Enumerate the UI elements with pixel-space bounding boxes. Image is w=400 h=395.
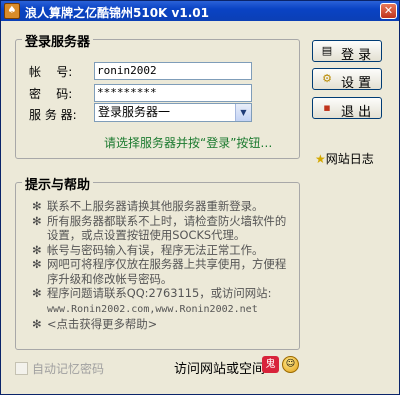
checkbox-box[interactable] xyxy=(15,362,28,375)
login-group-legend: 登录服务器 xyxy=(22,31,94,50)
password-label: 密 码: xyxy=(29,87,73,101)
login-button-label: 登 录 xyxy=(341,48,372,63)
window-title: 浪人算牌之亿酷锦州510K v1.01 xyxy=(25,6,209,20)
main-window: ♠ 浪人算牌之亿酷锦州510K v1.01 ✕ 登录服务器 帐 号: ronin… xyxy=(0,0,400,395)
exit-icon: ▪ xyxy=(323,101,331,114)
asterisk-icon: ✻ xyxy=(32,213,42,228)
settings-button-label: 设 置 xyxy=(341,76,372,91)
login-hint: 请选择服务器并按“登录”按钮… xyxy=(104,136,273,150)
star-icon: ★ xyxy=(315,152,326,166)
poker-app-icon: ♠ xyxy=(4,3,20,19)
help-group: 提示与帮助 ✻ 联系不上服务器请换其他服务器重新登录。 ✻ 所有服务器都联系不上… xyxy=(15,174,300,350)
smiley-face-icon[interactable]: ☺ xyxy=(282,356,299,373)
help-item: ✻ 联系不上服务器请换其他服务器重新登录。 xyxy=(32,199,264,213)
password-input[interactable]: ********* xyxy=(94,84,252,102)
remember-password-label: 自动记忆密码 xyxy=(32,362,105,376)
asterisk-icon: ✻ xyxy=(32,199,42,213)
account-input[interactable]: ronin2002 xyxy=(94,62,252,80)
login-server-group: 登录服务器 帐 号: ronin2002 密 码: ********* 服 务 … xyxy=(15,31,300,159)
asterisk-icon: ✻ xyxy=(32,257,42,271)
server-select-value: 登录服务器一 xyxy=(98,105,171,119)
site-log-link[interactable]: ★网站日志 xyxy=(315,150,374,167)
site-log-label: 网站日志 xyxy=(325,152,374,166)
gear-icon: ⚙ xyxy=(322,72,332,85)
help-list: ✻ 联系不上服务器请换其他服务器重新登录。 ✻ 所有服务器都联系不上时，请检查防… xyxy=(32,199,297,332)
visit-site-link[interactable]: 访问网站或空间 xyxy=(174,358,265,377)
title-bar[interactable]: ♠ 浪人算牌之亿酷锦州510K v1.01 ✕ xyxy=(1,1,399,21)
help-item: ✻ 网吧可将程序仅放在服务器上共享使用，方便程序升级和修改帐号密码。 xyxy=(32,257,287,286)
ghost-badge-icon[interactable]: 鬼 xyxy=(262,356,279,373)
help-item: ✻ 程序问题请联系QQ:2763115，或访问网站: www.Ronin2002… xyxy=(32,286,272,315)
login-icon: ▤ xyxy=(321,44,333,57)
more-help-link[interactable]: ✻ <点击获得更多帮助> xyxy=(32,317,297,332)
help-urls[interactable]: www.Ronin2002.com,www.Ronin2002.net xyxy=(47,304,258,315)
exit-button[interactable]: ▪ 退 出 xyxy=(312,97,382,120)
help-item: ✻ 帐号与密码输入有误，程序无法正常工作。 xyxy=(32,242,264,257)
asterisk-icon: ✻ xyxy=(32,242,42,257)
close-button[interactable]: ✕ xyxy=(380,3,397,19)
help-group-legend: 提示与帮助 xyxy=(22,174,94,193)
asterisk-icon: ✻ xyxy=(32,317,42,331)
server-label: 服 务 器: xyxy=(29,108,77,122)
login-button[interactable]: ▤ 登 录 xyxy=(312,40,382,63)
account-label: 帐 号: xyxy=(29,65,73,79)
help-item: ✻ 所有服务器都联系不上时，请检查防火墙软件的设置，或点设置按钮使用SOCKS代… xyxy=(32,213,287,243)
chevron-down-icon[interactable]: ▼ xyxy=(235,104,251,121)
remember-password-checkbox[interactable]: 自动记忆密码 xyxy=(15,360,104,377)
asterisk-icon: ✻ xyxy=(32,286,42,300)
settings-button[interactable]: ⚙ 设 置 xyxy=(312,68,382,91)
server-select[interactable]: 登录服务器一 ▼ xyxy=(94,103,252,122)
exit-button-label: 退 出 xyxy=(341,105,372,120)
